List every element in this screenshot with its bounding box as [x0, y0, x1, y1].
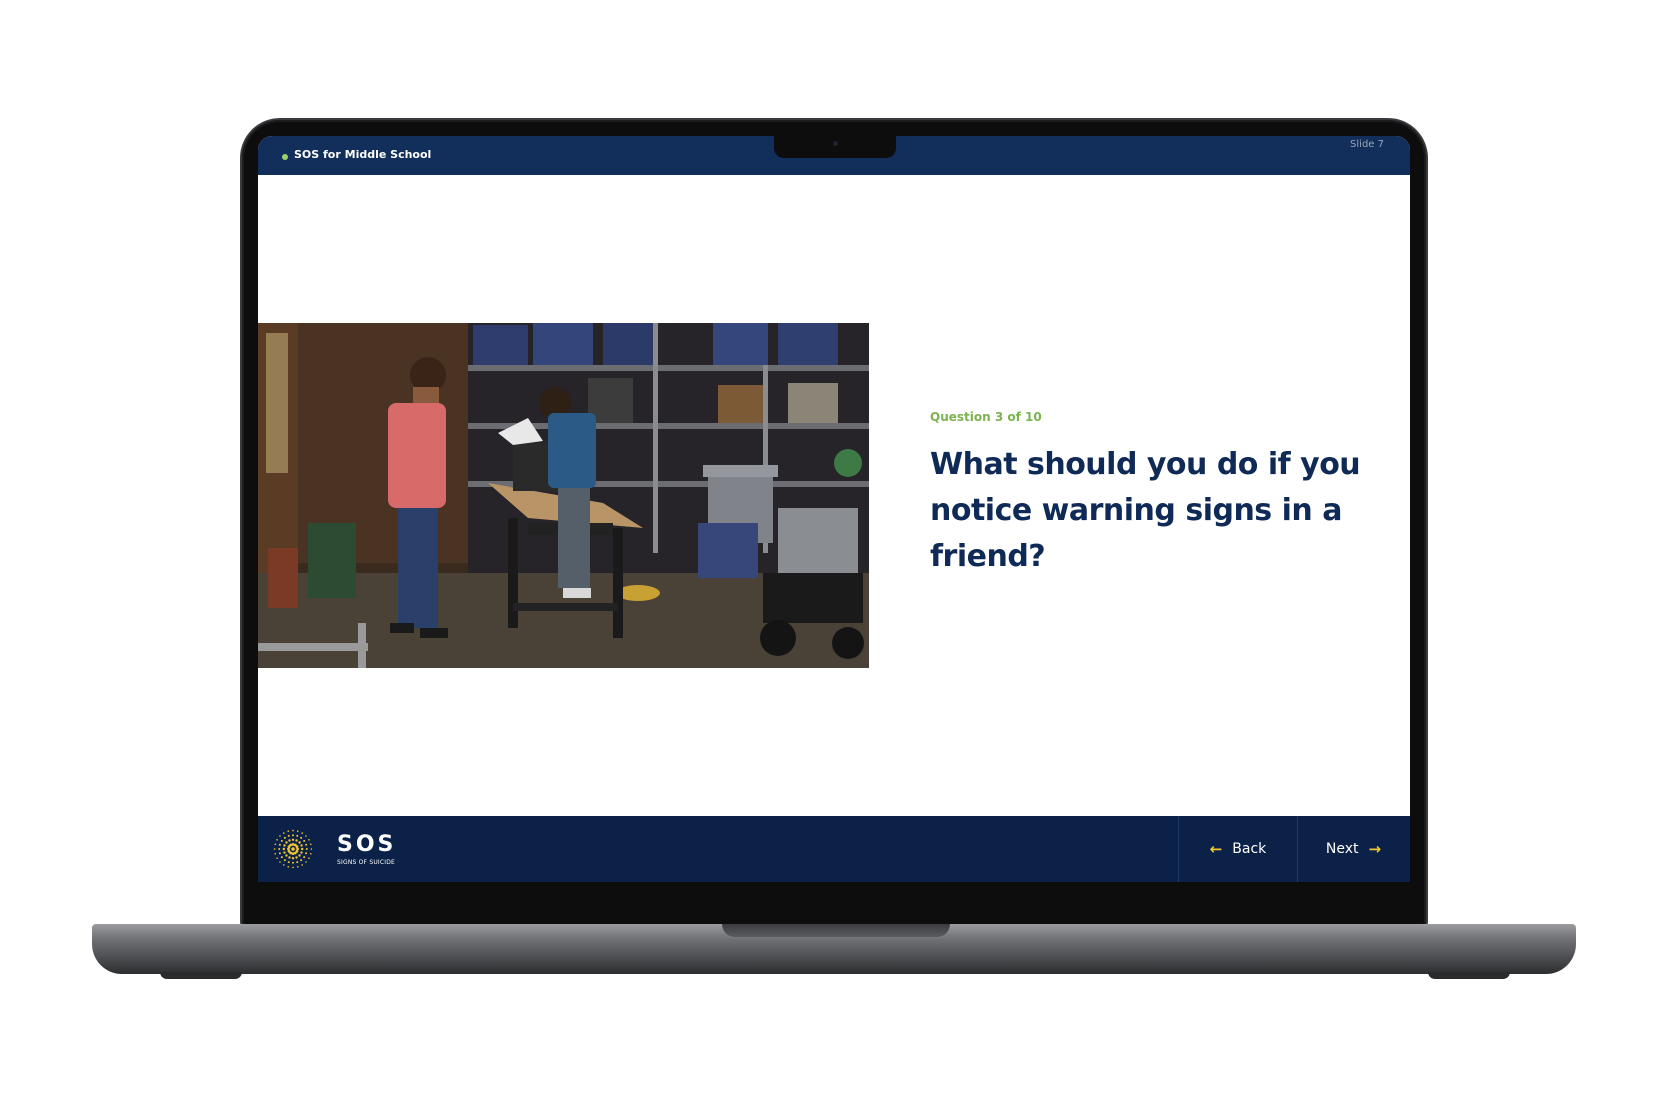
back-button-label: Back — [1232, 841, 1267, 857]
sos-logo: SOS SIGNS OF SUICIDE — [273, 826, 397, 872]
camera-lens-icon — [833, 141, 838, 146]
logo-subtitle: SIGNS OF SUICIDE — [337, 859, 396, 866]
laptop-foot-right — [1428, 972, 1510, 979]
camera-notch — [774, 136, 896, 158]
slide-photo — [258, 323, 869, 668]
status-dot-icon — [282, 154, 288, 160]
photo-two-boys-in-garage-icon — [258, 323, 869, 668]
question-counter: Question 3 of 10 — [930, 410, 1042, 424]
arrow-right-icon: → — [1368, 839, 1382, 858]
footer-bar: SOS SIGNS OF SUICIDE ← Back Next → — [258, 816, 1410, 882]
next-button-label: Next — [1325, 841, 1359, 857]
course-title: SOS for Middle School — [294, 148, 432, 161]
slide-number: Slide 7 — [1350, 139, 1384, 150]
logo-wordmark: SOS — [337, 832, 397, 857]
laptop-opening-notch — [722, 924, 950, 937]
question-text: What should you do if you notice warning… — [930, 447, 1361, 574]
sunburst-logo-icon — [273, 829, 313, 869]
laptop-mockup: SOS for Middle School Slide 7 Question 3… — [0, 0, 1661, 1093]
laptop-foot-left — [160, 972, 242, 979]
back-button[interactable]: ← Back — [1178, 816, 1298, 882]
arrow-left-icon: ← — [1209, 839, 1223, 858]
next-button[interactable]: Next → — [1297, 816, 1410, 882]
screen: SOS for Middle School Slide 7 Question 3… — [258, 136, 1410, 882]
